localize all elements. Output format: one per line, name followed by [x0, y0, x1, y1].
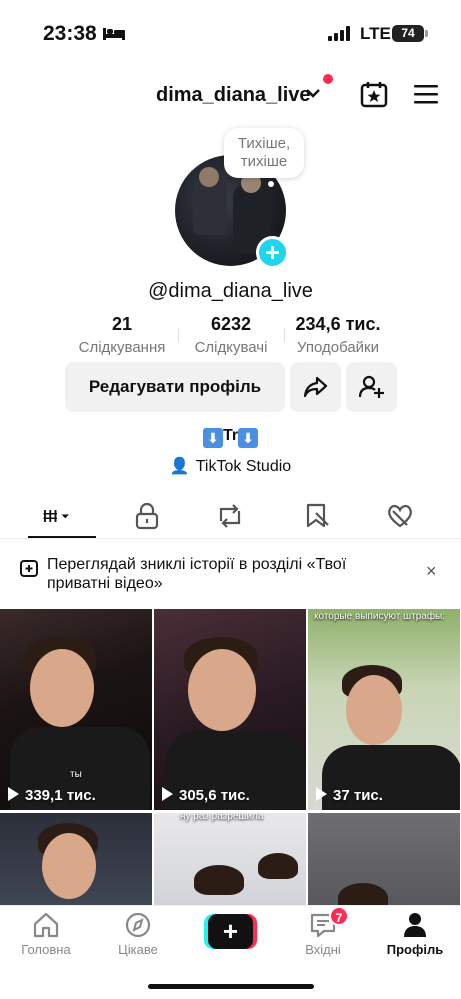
status-bar: 23:38 LTE 74: [0, 0, 461, 66]
play-icon: [162, 787, 173, 801]
share-icon: [303, 376, 328, 398]
favorites-tab-icon[interactable]: [302, 501, 332, 531]
battery-tip: [425, 30, 428, 37]
followers-stat[interactable]: 6232 Слідкувачі: [183, 314, 279, 356]
video-grid: ты 339,1 тис. 305,6 тис. которые выписую…: [0, 609, 461, 905]
profile-stats: 21 Слідкування 6232 Слідкувачі 234,6 тис…: [0, 314, 461, 358]
following-stat[interactable]: 21 Слідкування: [72, 314, 172, 356]
note-bubble-tail: [268, 181, 274, 187]
profile-header: dima_diana_live: [0, 74, 461, 114]
likes-label: Уподобайки: [297, 339, 379, 356]
calendar-star-icon[interactable]: [360, 80, 388, 108]
create-button[interactable]: +: [204, 914, 257, 949]
video-caption: ты: [70, 769, 82, 780]
inbox-badge: 7: [329, 906, 349, 926]
likes-count: 234,6 тис.: [295, 314, 381, 334]
play-icon: [316, 787, 327, 801]
play-icon: [8, 787, 19, 801]
banner-text: Переглядай зниклі історії в розділі «Тво…: [47, 556, 347, 592]
close-icon[interactable]: ×: [426, 561, 437, 582]
nav-home-label: Головна: [21, 942, 71, 957]
add-story-button[interactable]: [256, 236, 289, 269]
active-tab-indicator: [28, 536, 96, 538]
nav-home[interactable]: Головна: [6, 912, 86, 957]
clock: 23:38: [43, 22, 97, 45]
home-icon: [33, 912, 59, 938]
video-thumbnail[interactable]: [0, 813, 152, 905]
tiktok-studio-link[interactable]: 👤 TikTok Studio: [0, 456, 461, 476]
profile-handle: @dima_diana_live: [148, 280, 313, 302]
add-friends-button[interactable]: [346, 362, 397, 412]
account-switcher[interactable]: dima_diana_live: [156, 84, 311, 107]
menu-icon[interactable]: [414, 84, 438, 104]
divider: [178, 328, 179, 342]
video-thumbnail[interactable]: ну раз разрешила: [154, 813, 306, 905]
nav-discover-label: Цікаве: [118, 942, 158, 957]
nav-profile[interactable]: Профіль: [375, 912, 455, 957]
liked-tab-icon[interactable]: [385, 501, 415, 531]
video-thumbnail[interactable]: ты 339,1 тис.: [0, 609, 152, 810]
following-count: 21: [111, 314, 133, 334]
profile-icon: [404, 913, 426, 937]
view-count: 305,6 тис.: [162, 787, 250, 804]
nav-profile-label: Профіль: [386, 942, 444, 957]
battery-icon: 74: [392, 25, 424, 42]
video-thumbnail[interactable]: которые выписуют штрафы: 37 тис.: [308, 609, 460, 810]
network-type: LTE: [360, 24, 391, 43]
signal-icon: [328, 26, 350, 41]
down-arrow-emoji-icon: ⬇: [202, 428, 223, 448]
note-bubble[interactable]: Тихіше, тихіше: [224, 128, 304, 178]
plus-icon: +: [208, 914, 253, 949]
edit-profile-button[interactable]: Редагувати профіль: [65, 362, 285, 412]
share-profile-button[interactable]: [290, 362, 341, 412]
lock-tab-icon[interactable]: [132, 501, 162, 531]
view-count: 37 тис.: [316, 787, 383, 804]
video-thumbnail[interactable]: 305,6 тис.: [154, 609, 306, 810]
private-stories-banner[interactable]: Переглядай зниклі історії в розділі «Тво…: [0, 553, 461, 599]
down-arrow-emoji-icon: ⬇: [238, 428, 259, 448]
repost-tab-icon[interactable]: [215, 501, 245, 531]
compass-icon: [125, 912, 151, 938]
video-caption: ну раз разрешила: [180, 813, 264, 822]
nav-inbox-label: Вхідні: [305, 942, 341, 957]
sleep-focus-icon: [103, 28, 125, 40]
bio-text: Tr: [222, 427, 239, 444]
followers-count: 6232: [210, 314, 252, 334]
notification-dot: [323, 74, 333, 84]
video-caption: которые выписуют штрафы:: [314, 611, 446, 622]
likes-stat[interactable]: 234,6 тис. Уподобайки: [283, 314, 393, 356]
profile-bio: ⬇ Tr ⬇: [0, 427, 461, 448]
chevron-down-icon[interactable]: [306, 88, 320, 98]
nav-discover[interactable]: Цікаве: [98, 912, 178, 957]
add-user-icon: [359, 375, 384, 398]
nav-inbox[interactable]: Вхідні: [283, 912, 363, 957]
content-tabs: [0, 495, 461, 539]
following-label: Слідкування: [78, 339, 166, 356]
video-thumbnail[interactable]: [308, 813, 460, 905]
view-count: 339,1 тис.: [8, 787, 96, 804]
followers-label: Слідкувачі: [194, 339, 268, 356]
studio-label: TikTok Studio: [195, 458, 292, 475]
videos-grid-tab-icon[interactable]: [42, 501, 72, 531]
add-story-icon: [20, 560, 38, 577]
home-indicator: [148, 984, 314, 989]
user-star-icon: 👤: [169, 458, 190, 475]
